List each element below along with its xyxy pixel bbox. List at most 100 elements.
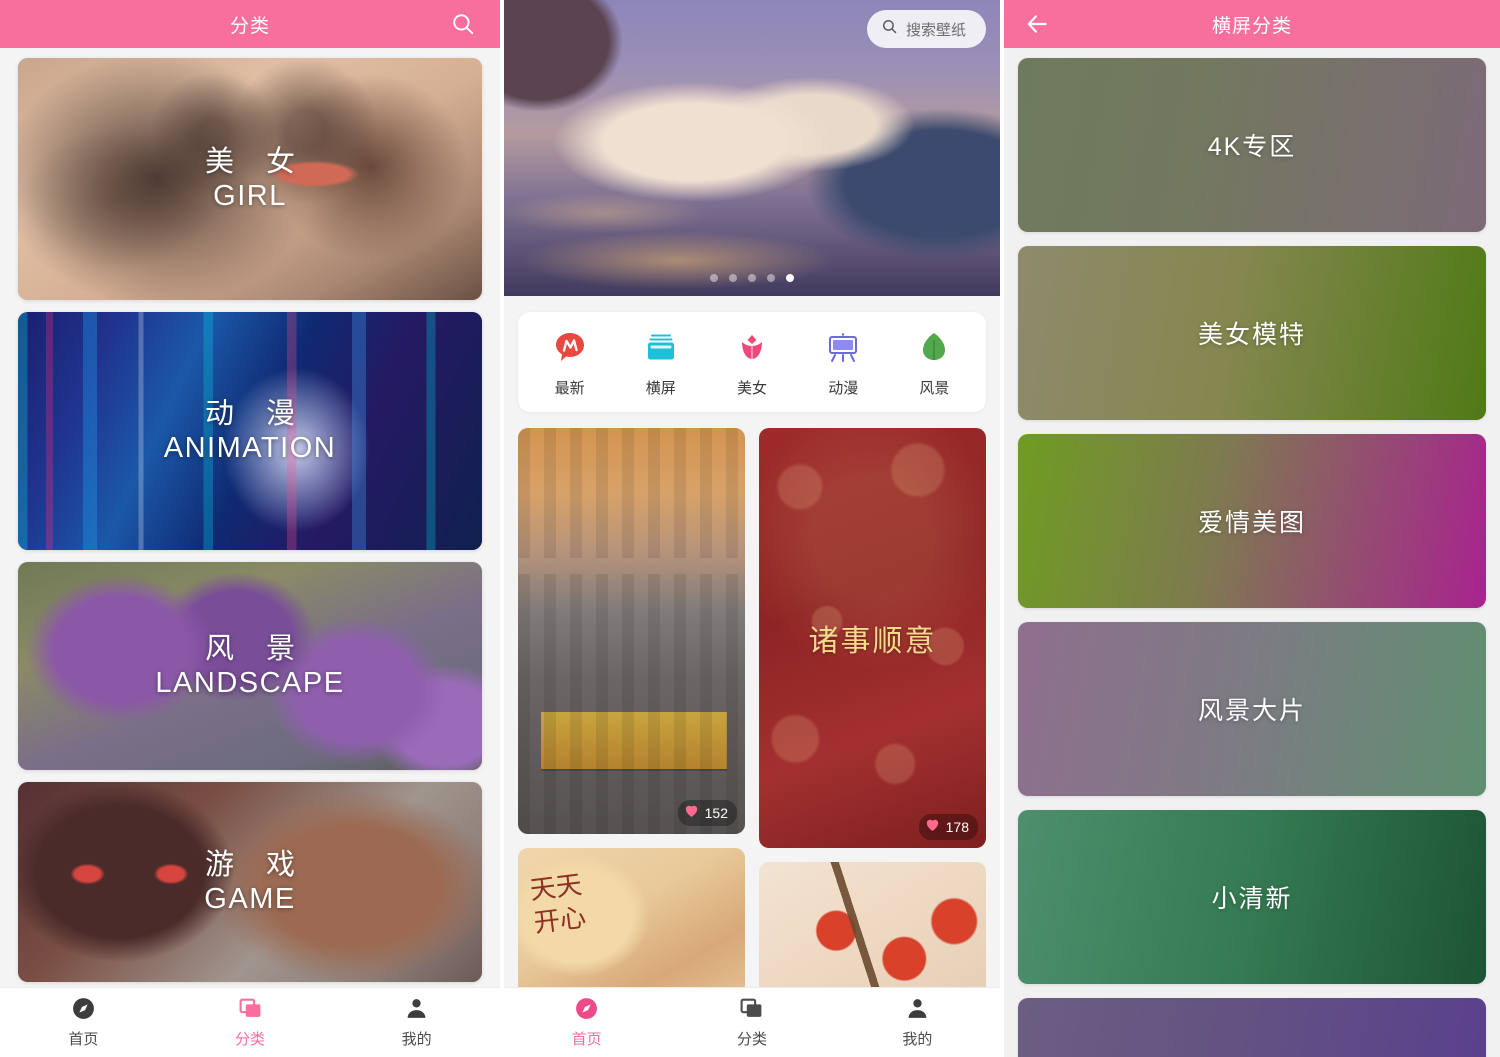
- panel-landscape-categories: 横屏分类 4K专区 美女模特 爱情美图 风景大片 小清新 动漫卡通: [1004, 0, 1500, 1057]
- landscape-card-anime[interactable]: 动漫卡通: [1018, 998, 1486, 1057]
- grid-column-right: 诸事顺意 178: [759, 428, 986, 987]
- category-card-label: 美 女 GIRL: [193, 145, 307, 213]
- tab-mine[interactable]: 我的: [835, 996, 1000, 1049]
- quicknav-label: 最新: [554, 380, 585, 397]
- wallpaper-card-rabbit[interactable]: 天天 开心: [518, 848, 745, 987]
- category-card-game[interactable]: 游 戏 GAME: [18, 782, 482, 982]
- tab-home[interactable]: 首页: [504, 996, 669, 1049]
- tab-categories[interactable]: 分类: [669, 996, 834, 1049]
- cards-icon: [739, 996, 764, 1021]
- quicknav-item-latest[interactable]: 最新: [524, 330, 615, 398]
- grid-column-left: 152 天天 开心: [518, 428, 745, 987]
- category-card-landscape[interactable]: 风 景 LANDSCAPE: [18, 562, 482, 770]
- category-label-cn: 美 女: [204, 145, 308, 178]
- category-label-en: GAME: [204, 883, 296, 915]
- category-list: 美 女 GIRL 动 漫 ANIMATION 风 景 LANDSCAPE 游 戏…: [0, 48, 500, 1057]
- landscape-card-fresh[interactable]: 小清新: [1018, 810, 1486, 984]
- panel-categories: 分类 美 女 GIRL 动 漫 ANIMATION 风 景 LANDSCAPE …: [0, 0, 500, 1057]
- quicknav-row: 最新 横屏 美女 动漫 风景: [518, 312, 986, 412]
- wallpaper-grid: 152 天天 开心 诸事顺意 178: [518, 428, 986, 987]
- wallpaper-card-persimmon[interactable]: [759, 862, 986, 987]
- carousel-dot[interactable]: [767, 274, 775, 282]
- tab-label: 我的: [401, 1031, 432, 1048]
- carousel-dot[interactable]: [729, 274, 737, 282]
- tab-mine[interactable]: 我的: [333, 996, 500, 1049]
- search-input[interactable]: 搜索壁纸: [866, 10, 986, 48]
- quicknav-label: 横屏: [645, 380, 676, 397]
- heart-icon: [683, 802, 700, 824]
- home-scroll-area[interactable]: 搜索壁纸 最新 横屏 美女 动漫 风景 152 天天 开心 诸事顺意 178: [504, 0, 1000, 987]
- person-icon: [905, 996, 930, 1021]
- like-count: 152: [704, 805, 728, 821]
- category-card-label: 动 漫 ANIMATION: [164, 397, 336, 465]
- category-label-cn: 风 景: [204, 632, 308, 665]
- easel-icon: [825, 330, 861, 366]
- tab-categories[interactable]: 分类: [167, 996, 334, 1049]
- landscape-card-label: 美女模特: [1197, 321, 1306, 349]
- category-label-cn: 动 漫: [204, 397, 308, 430]
- chat-bubble-icon: [552, 330, 588, 366]
- tulip-icon: [734, 330, 770, 366]
- search-placeholder: 搜索壁纸: [905, 21, 966, 39]
- landscape-card-4k[interactable]: 4K专区: [1018, 58, 1486, 232]
- carousel-dot[interactable]: [748, 274, 756, 282]
- category-label-cn: 游 戏: [204, 848, 308, 881]
- quicknav-label: 风景: [919, 380, 950, 397]
- panel1-tabbar: 首页 分类 我的: [0, 987, 500, 1057]
- carousel-dots[interactable]: [504, 274, 1000, 282]
- panel2-tabbar: 首页 分类 我的: [504, 987, 1000, 1057]
- wallpaper-thumbnail: [759, 862, 986, 987]
- wallpaper-thumbnail: [518, 428, 745, 834]
- landscape-card-label: 风景大片: [1197, 697, 1306, 725]
- quicknav-item-landscape-screen[interactable]: 横屏: [615, 330, 706, 398]
- quicknav-item-anime[interactable]: 动漫: [798, 330, 889, 398]
- compass-icon: [574, 996, 599, 1021]
- category-card-animation[interactable]: 动 漫 ANIMATION: [18, 312, 482, 550]
- tab-label: 首页: [571, 1031, 602, 1048]
- page-title: 分类: [229, 15, 270, 37]
- wallpaper-card-street[interactable]: 152: [518, 428, 745, 834]
- search-icon[interactable]: [448, 9, 478, 39]
- tab-home[interactable]: 首页: [0, 996, 167, 1049]
- panel-home: 搜索壁纸 最新 横屏 美女 动漫 风景 152 天天 开心 诸事顺意 178 首…: [504, 0, 1000, 1057]
- landscape-card-love[interactable]: 爱情美图: [1018, 434, 1486, 608]
- carousel-dot[interactable]: [710, 274, 718, 282]
- landscape-category-list: 4K专区 美女模特 爱情美图 风景大片 小清新 动漫卡通: [1004, 48, 1500, 1057]
- quicknav-item-girl[interactable]: 美女: [706, 330, 797, 398]
- category-label-en: ANIMATION: [163, 432, 337, 464]
- landscape-card-label: 小清新: [1211, 885, 1293, 913]
- tab-label: 分类: [235, 1031, 266, 1048]
- three-phone-screenshots: 分类 美 女 GIRL 动 漫 ANIMATION 风 景 LANDSCAPE …: [0, 0, 1500, 1057]
- like-badge: 152: [677, 800, 737, 826]
- wallpaper-overlay-text: 天天 开心: [527, 869, 588, 938]
- category-label-en: GIRL: [213, 180, 287, 212]
- leaf-icon: [916, 330, 952, 366]
- like-badge: 178: [918, 814, 978, 840]
- panel1-header: 分类: [0, 0, 500, 48]
- quicknav-label: 美女: [737, 380, 768, 397]
- quicknav-label: 动漫: [828, 380, 859, 397]
- cards-icon: [238, 996, 263, 1021]
- person-icon: [404, 996, 429, 1021]
- landscape-card-label: 4K专区: [1207, 133, 1297, 161]
- category-label-en: LANDSCAPE: [155, 667, 345, 699]
- carousel-dot-active[interactable]: [786, 274, 794, 282]
- compass-icon: [71, 996, 96, 1021]
- arrow-left-icon[interactable]: [1022, 9, 1052, 39]
- category-card-label: 风 景 LANDSCAPE: [155, 632, 344, 700]
- tab-label: 首页: [68, 1031, 99, 1048]
- search-icon: [881, 18, 898, 40]
- wallpaper-overlay-text: 诸事顺意: [808, 625, 937, 658]
- category-card-girl[interactable]: 美 女 GIRL: [18, 58, 482, 300]
- category-card-label: 游 戏 GAME: [193, 848, 307, 916]
- tab-label: 我的: [902, 1031, 933, 1048]
- page-title: 横屏分类: [1211, 15, 1292, 37]
- landscape-card-scenery[interactable]: 风景大片: [1018, 622, 1486, 796]
- quicknav-item-landscape[interactable]: 风景: [889, 330, 980, 398]
- landscape-card-model[interactable]: 美女模特: [1018, 246, 1486, 420]
- landscape-frame-icon: [643, 330, 679, 366]
- panel3-header: 横屏分类: [1004, 0, 1500, 48]
- wallpaper-card-newyear-red[interactable]: 诸事顺意 178: [759, 428, 986, 848]
- hero-banner-carousel[interactable]: 搜索壁纸: [504, 0, 1000, 296]
- tab-label: 分类: [736, 1031, 767, 1048]
